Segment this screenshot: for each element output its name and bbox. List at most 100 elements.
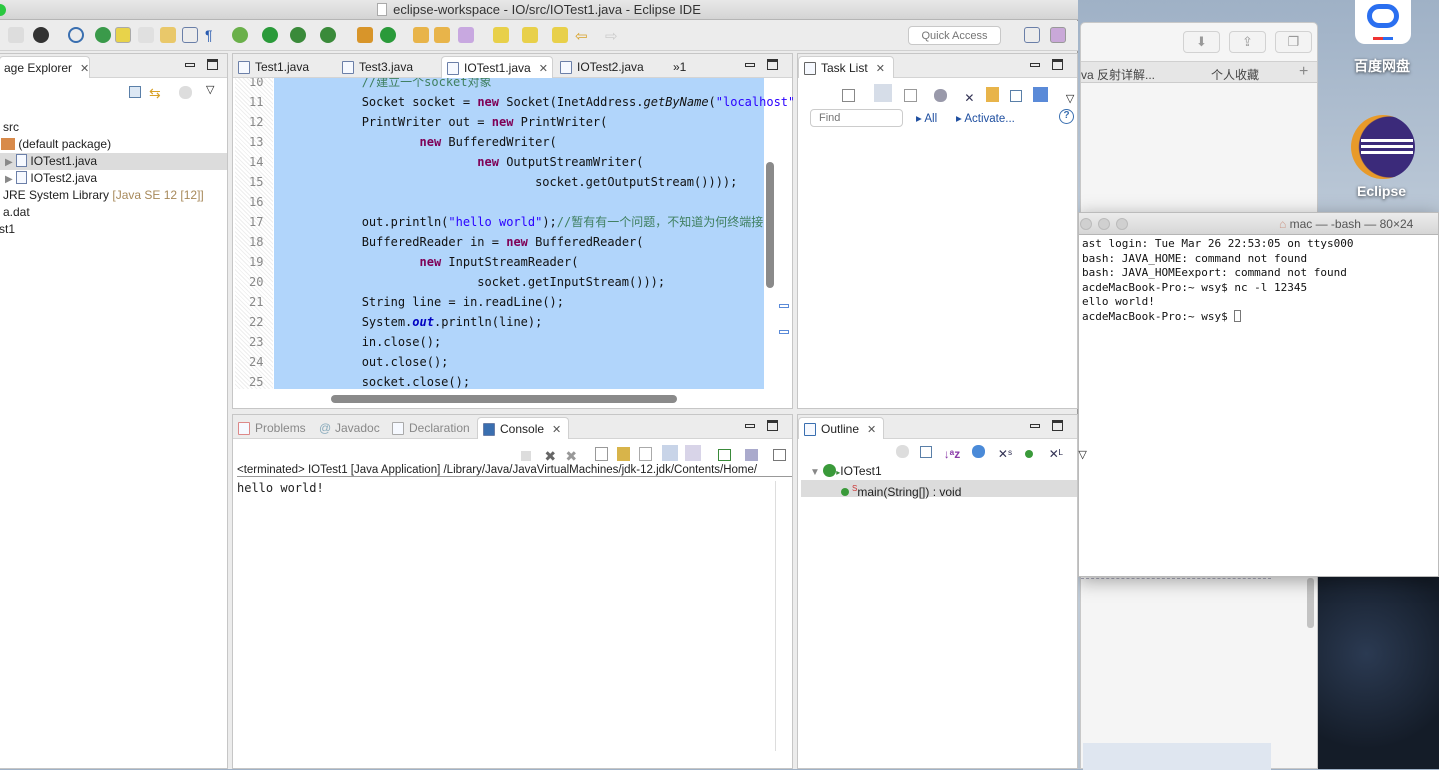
- code-line[interactable]: socket.close();: [275, 372, 470, 389]
- tree-item-a-dat[interactable]: a.dat: [0, 204, 227, 221]
- code-line[interactable]: String line = in.readLine();: [275, 292, 564, 312]
- outline-method-main[interactable]: Smain(String[]) : void: [801, 480, 1077, 499]
- code-line[interactable]: new BufferedWriter(: [275, 132, 557, 152]
- focus-workweek-icon[interactable]: [985, 87, 999, 102]
- browser-scrollbar[interactable]: [1307, 578, 1314, 628]
- terminal-window[interactable]: ⌂ mac — -bash — 80×24 ast login: Tue Mar…: [1078, 212, 1439, 577]
- tree-item-src[interactable]: src: [0, 119, 227, 136]
- bookmark-item[interactable]: va 反射详解...: [1081, 66, 1155, 83]
- maximize-icon[interactable]: [767, 420, 778, 431]
- console-output[interactable]: hello world!: [237, 481, 324, 495]
- last-edit-location-icon[interactable]: [552, 27, 568, 43]
- minimize-icon[interactable]: [745, 63, 755, 67]
- tab-test3-java[interactable]: Test3.java: [337, 56, 413, 78]
- editor-vertical-scrollbar[interactable]: [766, 162, 774, 288]
- terminate-icon[interactable]: [521, 451, 531, 461]
- hide-local-types-icon[interactable]: ✕ᴸ: [1049, 447, 1063, 461]
- activate-link[interactable]: ▸ Activate...: [956, 111, 1015, 125]
- debug-icon[interactable]: [232, 27, 248, 43]
- next-edit-icon[interactable]: [493, 27, 509, 43]
- code-line[interactable]: socket.getOutputStream())));: [275, 172, 737, 192]
- close-icon[interactable]: ✕: [80, 63, 89, 75]
- tabs-overflow-button[interactable]: »1: [653, 56, 686, 78]
- tree-item-jre-library[interactable]: JRE System Library [Java SE 12 [12]]: [0, 187, 227, 204]
- code-line[interactable]: new OutputStreamWriter(: [275, 152, 643, 172]
- view-menu-icon[interactable]: ▽: [1078, 449, 1086, 461]
- new-task-icon[interactable]: [842, 89, 855, 102]
- code-line[interactable]: System.out.println(line);: [275, 312, 543, 332]
- code-line[interactable]: //建立一个socket对象: [275, 78, 492, 92]
- tab-package-explorer[interactable]: age Explorer ✕: [0, 56, 91, 78]
- remove-launch-icon[interactable]: ✖: [544, 448, 556, 464]
- hide-static-icon[interactable]: ✕ˢ: [998, 447, 1012, 461]
- code-line[interactable]: Socket socket = new Socket(InetAddress.g…: [275, 92, 793, 112]
- quick-access-input[interactable]: [908, 26, 1001, 45]
- tab-declaration[interactable]: Declaration: [387, 417, 470, 439]
- save-icon[interactable]: [8, 27, 24, 43]
- code-editor[interactable]: 10 //建立一个socket对象 11 Socket socket = new …: [235, 78, 793, 389]
- maximize-icon[interactable]: [207, 59, 218, 70]
- tree-item-iotest1[interactable]: ▶ IOTest1.java: [0, 153, 227, 170]
- profile-icon[interactable]: [33, 27, 49, 43]
- close-icon[interactable]: ✕: [552, 424, 561, 436]
- word-wrap-icon[interactable]: [639, 447, 653, 461]
- new-java-package-icon[interactable]: [357, 27, 373, 43]
- add-tab-button[interactable]: +: [1299, 63, 1308, 81]
- collapse-all-icon[interactable]: [920, 446, 933, 458]
- code-line[interactable]: PrintWriter out = new PrintWriter(: [275, 112, 608, 132]
- tab-iotest1-java[interactable]: IOTest1.java ✕: [441, 56, 553, 78]
- external-tools-icon[interactable]: [320, 27, 336, 43]
- code-line[interactable]: BufferedReader in = new BufferedReader(: [275, 232, 644, 252]
- hide-nonpublic-icon[interactable]: [1025, 450, 1034, 458]
- forward-icon[interactable]: ⇨: [605, 27, 621, 45]
- open-type-icon[interactable]: [413, 27, 429, 43]
- prev-edit-icon[interactable]: [522, 27, 538, 43]
- remove-all-launches-icon[interactable]: ✖: [565, 448, 577, 464]
- show-on-stderr-icon[interactable]: [684, 445, 701, 461]
- show-whitespace-icon[interactable]: [182, 27, 198, 43]
- back-icon[interactable]: ⇦: [575, 27, 591, 45]
- maximize-icon[interactable]: [1052, 420, 1063, 431]
- editor-horizontal-scrollbar[interactable]: [331, 395, 677, 403]
- run-icon[interactable]: [262, 27, 278, 43]
- close-icon[interactable]: ✕: [867, 424, 876, 436]
- overview-ruler-marker[interactable]: [779, 330, 789, 334]
- tab-outline[interactable]: Outline ✕: [798, 417, 884, 439]
- next-annotation-icon[interactable]: [160, 27, 176, 43]
- downloads-button[interactable]: ⬇: [1183, 31, 1220, 53]
- tab-problems[interactable]: Problems: [233, 417, 306, 439]
- minimize-icon[interactable]: [1030, 63, 1040, 67]
- clear-console-icon[interactable]: [594, 447, 608, 461]
- maximize-icon[interactable]: [767, 59, 778, 70]
- share-button[interactable]: ⇪: [1229, 31, 1266, 53]
- skip-breakpoints-icon[interactable]: [68, 27, 84, 43]
- code-line[interactable]: out.close();: [275, 352, 449, 372]
- java-perspective-icon[interactable]: [1050, 27, 1066, 43]
- view-menu-icon[interactable]: ▽: [1066, 93, 1074, 105]
- minimize-icon[interactable]: [1030, 424, 1040, 428]
- view-menu-icon[interactable]: ▽: [206, 83, 214, 96]
- overview-ruler-marker[interactable]: [779, 304, 789, 308]
- help-icon[interactable]: ?: [1059, 109, 1074, 124]
- code-line[interactable]: socket.getInputStream()));: [275, 272, 665, 292]
- pilcrow-icon[interactable]: ¶: [205, 27, 221, 43]
- open-perspective-icon[interactable]: [1024, 27, 1040, 43]
- tab-javadoc[interactable]: @ Javadoc: [313, 417, 380, 439]
- tab-console[interactable]: Console ✕: [477, 417, 569, 439]
- collapse-all-icon[interactable]: [129, 86, 141, 98]
- all-link[interactable]: ▸ All: [916, 111, 937, 125]
- collapse-all-icon[interactable]: [1010, 90, 1023, 102]
- tree-item-st1[interactable]: st1: [0, 221, 227, 238]
- tabs-button[interactable]: ❐: [1275, 31, 1312, 53]
- outline-class-iotest1[interactable]: ▼ ▸IOTest1: [798, 463, 1077, 480]
- minimize-icon[interactable]: [185, 63, 195, 67]
- new-java-class-icon[interactable]: [380, 27, 396, 43]
- maximize-icon[interactable]: [1052, 59, 1063, 70]
- task-repo-icon[interactable]: [1033, 87, 1049, 102]
- sync-icon[interactable]: [934, 89, 948, 102]
- tab-iotest2-java[interactable]: IOTest2.java: [555, 56, 644, 78]
- close-icon[interactable]: ✕: [876, 63, 885, 75]
- eclipse-app-icon[interactable]: [1351, 115, 1415, 179]
- tab-task-list[interactable]: Task List ✕: [798, 56, 894, 78]
- focus-icon[interactable]: [179, 86, 192, 99]
